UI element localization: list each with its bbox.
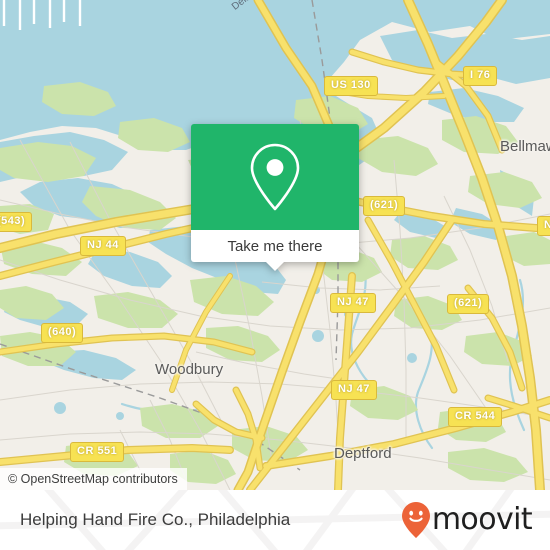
place-label-deptford: Deptford: [334, 445, 392, 462]
popup-header: [191, 124, 359, 230]
road-shield-621-upper[interactable]: (621): [363, 196, 406, 216]
map-attribution[interactable]: © OpenStreetMap contributors: [0, 468, 187, 490]
moovit-brand[interactable]: moovit: [401, 501, 533, 539]
bottom-info-bar: Helping Hand Fire Co., Philadelphia moov…: [0, 490, 550, 550]
road-shield-partial-right[interactable]: N: [537, 216, 550, 236]
road-shield-nj-44[interactable]: NJ 44: [80, 236, 126, 256]
map-canvas[interactable]: Delaware Bellmawr Woodbury Deptford US 1…: [0, 0, 550, 490]
road-shield-cr-551[interactable]: CR 551: [70, 442, 125, 462]
road-shield-543[interactable]: (543): [0, 212, 33, 232]
road-shield-cr-544[interactable]: CR 544: [448, 407, 503, 427]
moovit-smiley-pin-icon: [401, 502, 430, 538]
take-me-there-label: Take me there: [227, 237, 323, 255]
location-popup[interactable]: Take me there: [191, 124, 359, 271]
road-shield-nj-47-upper[interactable]: NJ 47: [330, 293, 376, 313]
moovit-wordmark: moovit: [431, 502, 533, 537]
place-label-woodbury: Woodbury: [155, 361, 224, 378]
place-label-bellmawr: Bellmawr: [500, 138, 550, 155]
road-shield-us-130[interactable]: US 130: [324, 76, 378, 96]
road-shield-i-76[interactable]: I 76: [463, 66, 498, 86]
popup-pointer: [265, 261, 285, 271]
moovit-map-page: Delaware Bellmawr Woodbury Deptford US 1…: [0, 0, 550, 550]
map-pin-icon: [250, 143, 300, 211]
road-shield-nj-47-lower[interactable]: NJ 47: [331, 380, 377, 400]
popup-action[interactable]: Take me there: [191, 230, 359, 262]
road-shield-640[interactable]: (640): [41, 323, 84, 343]
road-shield-621-lower[interactable]: (621): [447, 294, 490, 314]
attribution-text: © OpenStreetMap contributors: [8, 472, 178, 486]
page-title: Helping Hand Fire Co., Philadelphia: [20, 510, 291, 529]
